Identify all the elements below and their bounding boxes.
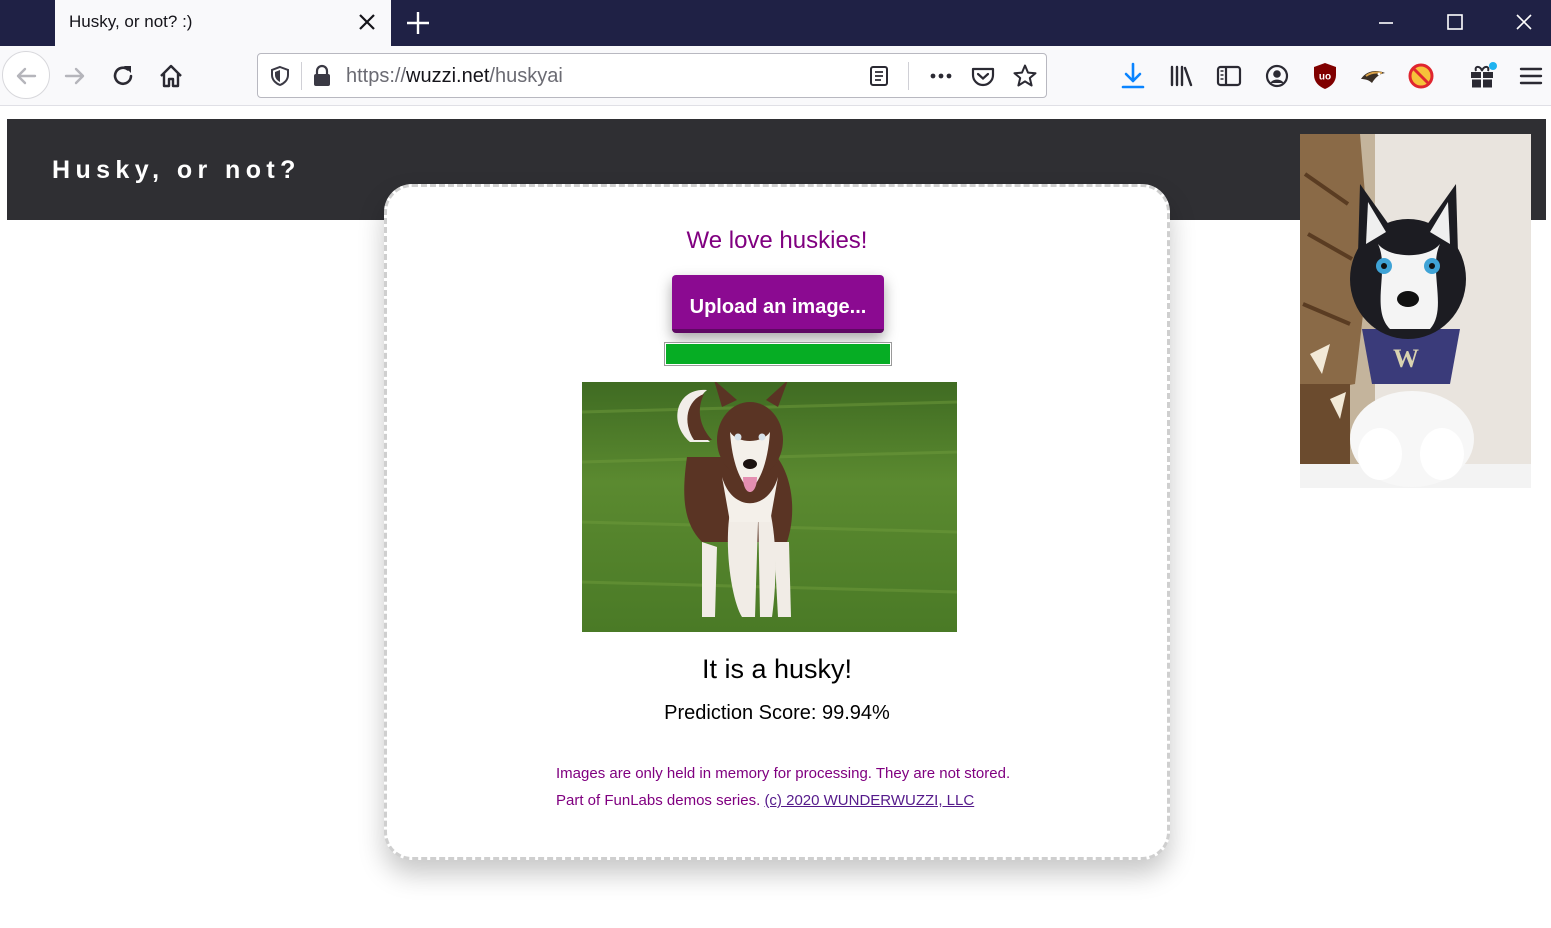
window-close-icon[interactable]	[1509, 8, 1539, 38]
menu-icon[interactable]	[1516, 61, 1546, 91]
minimize-icon[interactable]	[1371, 8, 1401, 38]
gift-icon[interactable]	[1468, 61, 1498, 91]
forward-icon[interactable]	[60, 61, 90, 91]
prediction-result: It is a husky!	[701, 654, 853, 684]
close-tab-icon[interactable]	[355, 10, 379, 34]
footer-text: Part of FunLabs demos series. (c) 2020 W…	[556, 792, 974, 809]
shield-icon[interactable]	[268, 64, 292, 88]
navigation-toolbar: https://wuzzi.net/huskyai uo	[0, 46, 1551, 106]
download-icon[interactable]	[1118, 61, 1148, 91]
upload-image-button[interactable]: Upload an image...	[672, 275, 884, 333]
tab-title: Husky, or not? :)	[69, 12, 193, 31]
husky-plush-photo: W	[1300, 134, 1531, 488]
svg-text:uo: uo	[1319, 72, 1331, 83]
site-title: Husky, or not?	[52, 156, 301, 184]
lock-icon[interactable]	[311, 64, 333, 88]
reload-icon[interactable]	[108, 61, 138, 91]
url-text[interactable]: https://wuzzi.net/huskyai	[346, 65, 563, 88]
home-icon[interactable]	[156, 61, 186, 91]
maximize-icon[interactable]	[1440, 8, 1470, 38]
privacy-note: Images are only held in memory for proce…	[556, 765, 1011, 782]
tagline: We love huskies!	[686, 227, 868, 254]
extension-bird-icon[interactable]	[1358, 61, 1388, 91]
account-icon[interactable]	[1262, 61, 1292, 91]
reader-view-icon[interactable]	[867, 64, 891, 88]
back-icon[interactable]	[11, 61, 41, 91]
copyright-link[interactable]: (c) 2020 WUNDERWUZZI, LLC	[764, 792, 974, 809]
browser-tab[interactable]: Husky, or not? :)	[55, 0, 391, 46]
pocket-icon[interactable]	[970, 64, 996, 88]
sidebar-icon[interactable]	[1214, 61, 1244, 91]
footer-prefix: Part of FunLabs demos series.	[556, 792, 765, 809]
upload-progress-bar	[664, 342, 892, 366]
tab-bar: Husky, or not? :)	[0, 0, 1551, 46]
no-tracking-icon[interactable]	[1406, 61, 1436, 91]
upload-card: We love huskies! Upload an image... It i…	[384, 184, 1170, 860]
prediction-score: Prediction Score: 99.94%	[664, 702, 890, 724]
new-tab-icon[interactable]	[404, 9, 432, 37]
svg-text:W: W	[1393, 344, 1419, 373]
address-bar[interactable]: https://wuzzi.net/huskyai	[257, 53, 1047, 98]
more-icon[interactable]	[928, 64, 954, 88]
bookmark-star-icon[interactable]	[1012, 63, 1038, 89]
ublock-icon[interactable]: uo	[1310, 61, 1340, 91]
progress-fill	[665, 343, 891, 365]
library-icon[interactable]	[1166, 61, 1196, 91]
uploaded-husky-photo	[582, 382, 957, 632]
